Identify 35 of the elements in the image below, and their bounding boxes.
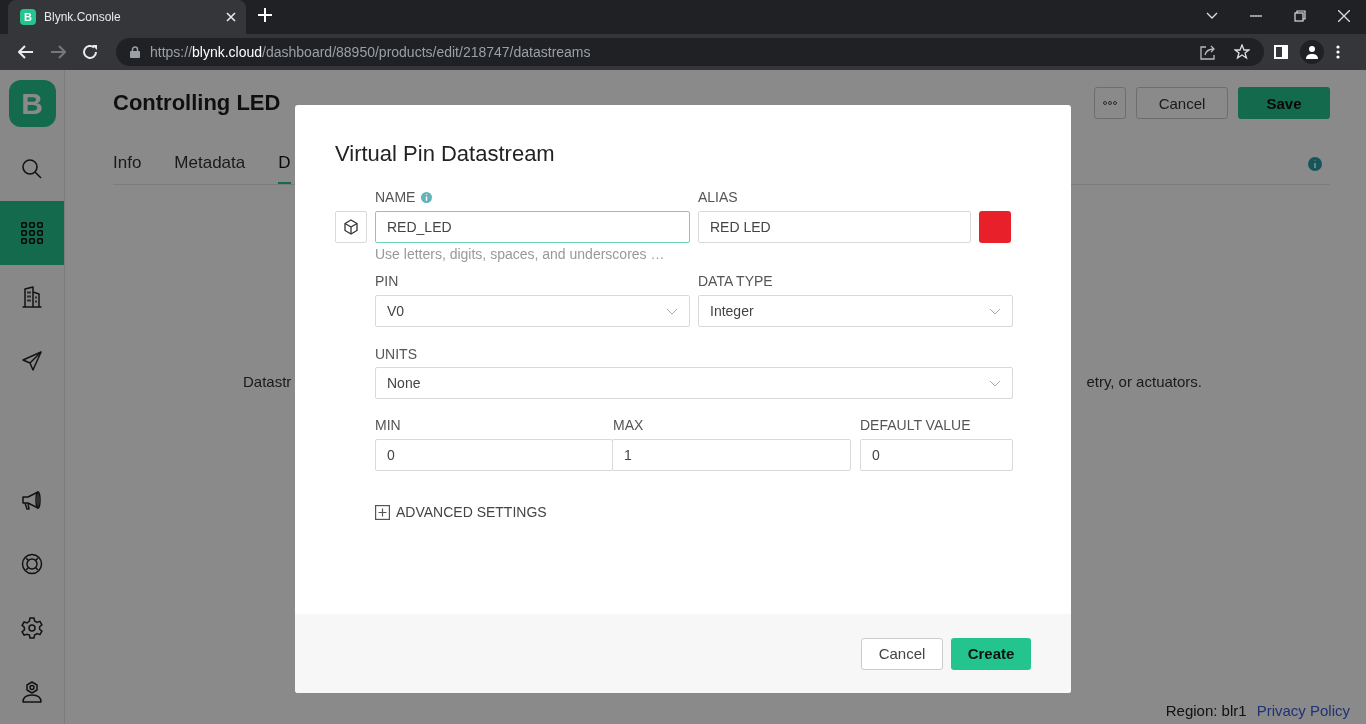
dropdown[interactable]: Integer [698,295,1013,327]
cancel-button[interactable]: Cancel [861,637,943,670]
input-field[interactable]: RED_LED [375,211,690,243]
field-label: MAX [613,416,645,434]
advanced-settings-toggle[interactable]: ADVANCED SETTINGS [375,504,547,520]
page-title: Controlling LED [113,90,282,116]
field-label: PIN [375,272,400,290]
url-text: https://blynk.cloud/dashboard/88950/products/edit/218747/datastreams [150,44,592,60]
region-label: Region: blr1 [1165,702,1247,719]
favicon: B [20,9,36,25]
input-field[interactable]: 0 [375,439,613,471]
browser-tab[interactable]: B Blynk.Console [8,0,246,34]
field-label: MIN [375,416,402,434]
field-label: ALIAS [698,188,738,206]
cancel-button[interactable]: Cancel [1136,87,1228,119]
tab[interactable]: Info [113,144,142,184]
tab[interactable]: D [278,144,291,184]
field-label: NAME [375,188,416,206]
dialog-title: Virtual Pin Datastream [335,141,556,167]
address-bar[interactable]: https://blynk.cloud/dashboard/88950/products/edit/218747/datastreams [116,38,1264,66]
input-field[interactable]: 0 [860,439,1013,471]
tab[interactable]: Metadata [174,144,246,184]
empty-state-text: etry, or actuators. [1086,373,1202,390]
field-label: UNITS [375,345,417,363]
field-label: DATA TYPE [698,272,773,290]
field-label: DEFAULT VALUE [860,416,971,434]
tab-title: Blynk.Console [44,10,122,24]
dropdown[interactable]: V0 [375,295,690,327]
dropdown[interactable]: None [375,367,1013,399]
input-field[interactable]: RED LED [698,211,971,243]
create-button[interactable]: Create [951,637,1031,670]
privacy-policy-link[interactable]: Privacy Policy [1256,702,1350,719]
hint-text: Use letters, digits, spaces, and underscores … [375,245,666,263]
input-field[interactable]: 1 [612,439,851,471]
empty-state-text: Datastr [243,373,292,390]
